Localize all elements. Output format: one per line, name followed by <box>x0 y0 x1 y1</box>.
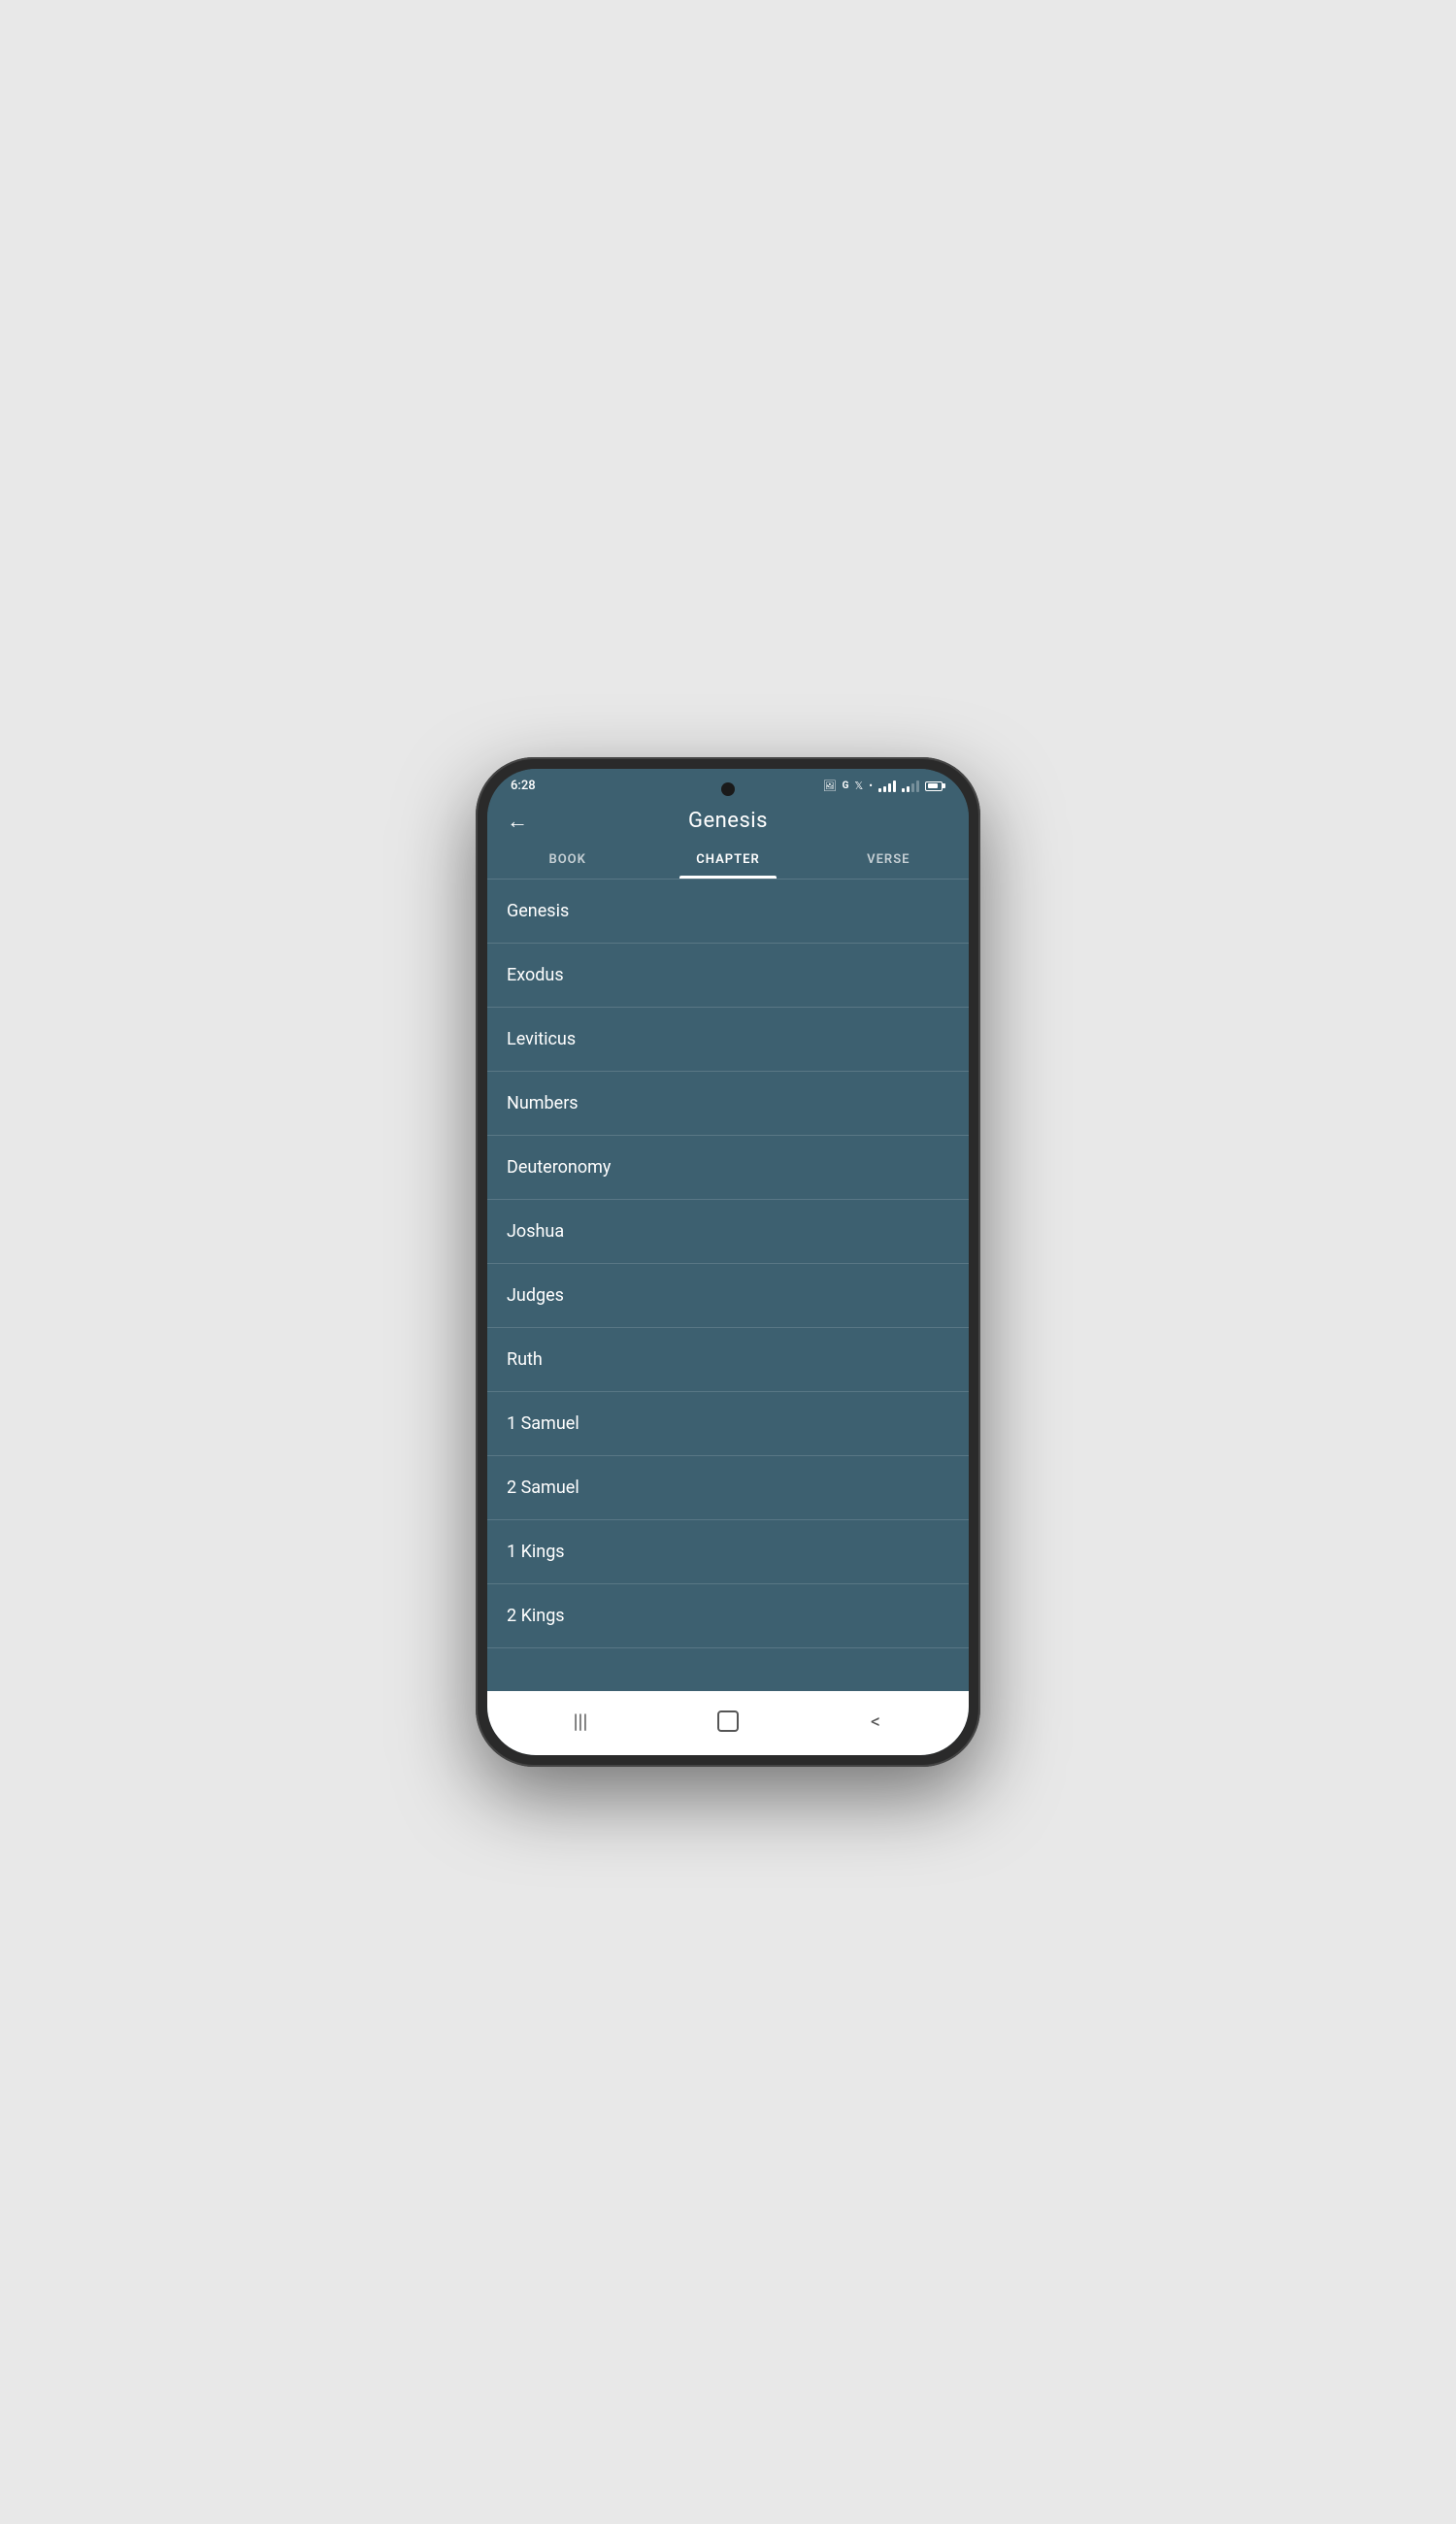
list-item-genesis[interactable]: Genesis <box>487 879 969 944</box>
list-item-joshua[interactable]: Joshua <box>487 1200 969 1264</box>
tab-chapter[interactable]: CHAPTER <box>647 841 808 879</box>
phone-screen: 6:28 🖼 G 𝕏 • <box>487 769 969 1755</box>
back-button[interactable]: ← <box>507 809 528 834</box>
list-item-leviticus[interactable]: Leviticus <box>487 1008 969 1072</box>
battery-icon <box>925 781 945 791</box>
tabs-container: BOOK CHAPTER VERSE <box>487 841 969 879</box>
dot-icon: • <box>869 780 873 792</box>
status-icons: 🖼 G 𝕏 • <box>823 780 945 792</box>
tab-book[interactable]: BOOK <box>487 841 647 879</box>
list-item-1kings[interactable]: 1 Kings <box>487 1520 969 1584</box>
recent-apps-button[interactable]: ||| <box>561 1707 600 1736</box>
phone-device: 6:28 🖼 G 𝕏 • <box>476 757 980 1767</box>
bottom-nav: ||| < <box>487 1691 969 1755</box>
back-nav-button[interactable]: < <box>856 1707 895 1736</box>
home-icon <box>717 1710 739 1732</box>
list-item-2samuel[interactable]: 2 Samuel <box>487 1456 969 1520</box>
twitter-icon: 𝕏 <box>854 780 863 792</box>
signal-bars-2-icon <box>902 780 919 792</box>
back-nav-icon: < <box>871 1710 880 1733</box>
recent-apps-icon: ||| <box>574 1710 588 1733</box>
page-title: Genesis <box>688 809 768 833</box>
list-item-1samuel[interactable]: 1 Samuel <box>487 1392 969 1456</box>
list-item-deuteronomy[interactable]: Deuteronomy <box>487 1136 969 1200</box>
list-item-ruth[interactable]: Ruth <box>487 1328 969 1392</box>
google-icon: G <box>843 780 849 791</box>
list-item-2kings[interactable]: 2 Kings <box>487 1584 969 1648</box>
list-item-exodus[interactable]: Exodus <box>487 944 969 1008</box>
list-item-numbers[interactable]: Numbers <box>487 1072 969 1136</box>
app-header: ← Genesis <box>487 799 969 841</box>
signal-bars-icon <box>878 780 896 792</box>
status-time: 6:28 <box>511 779 536 793</box>
camera-notch <box>721 782 735 796</box>
home-button[interactable] <box>709 1707 747 1736</box>
gallery-icon: 🖼 <box>823 780 837 792</box>
book-list: Genesis Exodus Leviticus Numbers Deutero… <box>487 879 969 1691</box>
back-arrow-icon: ← <box>507 809 528 834</box>
list-item-judges[interactable]: Judges <box>487 1264 969 1328</box>
tab-verse[interactable]: VERSE <box>809 841 969 879</box>
